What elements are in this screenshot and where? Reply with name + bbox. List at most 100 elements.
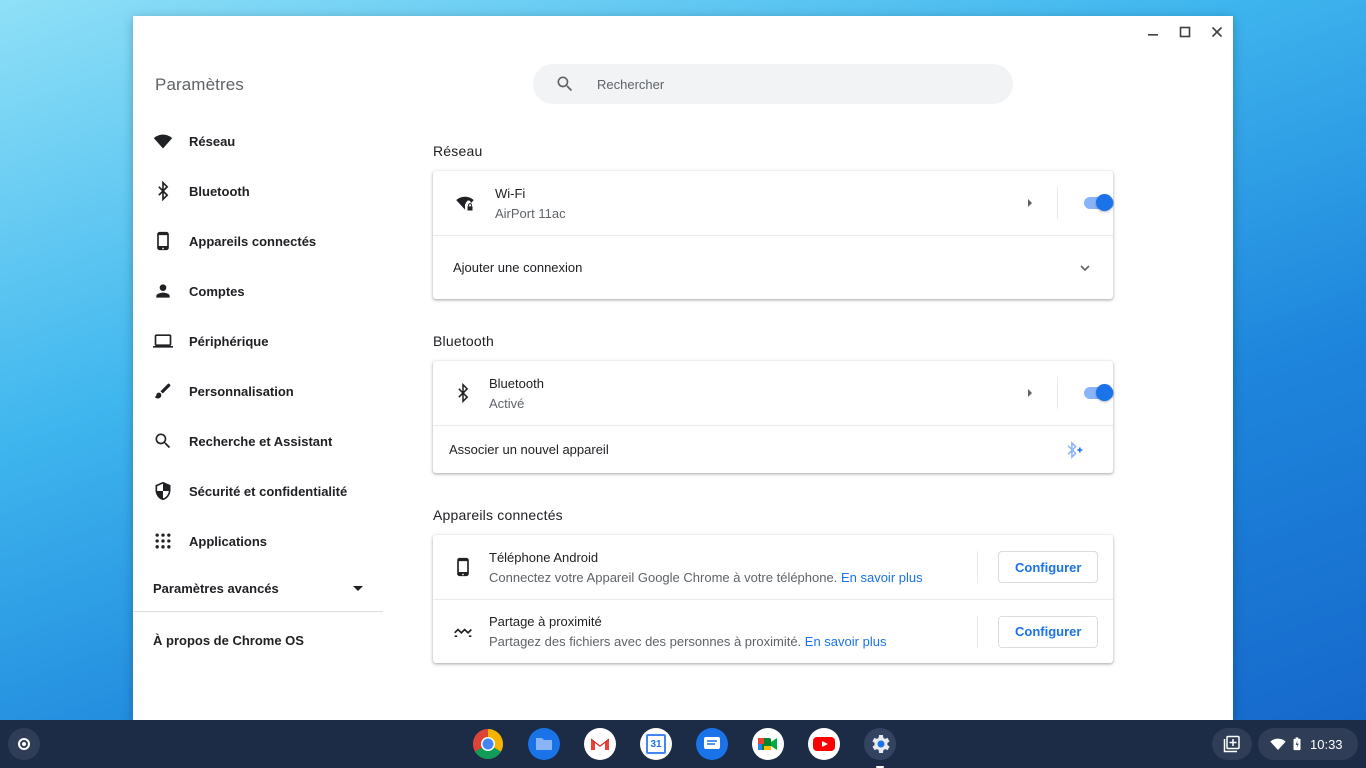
sidebar-item-security[interactable]: Sécurité et confidentialité: [133, 466, 383, 516]
sidebar-item-device[interactable]: Périphérique: [133, 316, 383, 366]
settings-icon: [864, 728, 896, 760]
close-button[interactable]: [1201, 16, 1233, 48]
nearby-share-icon: [453, 622, 473, 642]
battery-icon: [1293, 737, 1301, 751]
maximize-button[interactable]: [1169, 16, 1201, 48]
settings-window: Paramètres Réseau Bluetooth Appareils co…: [133, 16, 1233, 720]
sidebar-item-connected-devices[interactable]: Appareils connectés: [133, 216, 383, 266]
wifi-row[interactable]: Wi-Fi AirPort 11ac: [433, 171, 1114, 235]
chrome-icon: [472, 729, 504, 760]
minimize-icon: [1148, 34, 1158, 36]
configure-android-button[interactable]: Configurer: [998, 551, 1099, 583]
sidebar-item-bluetooth[interactable]: Bluetooth: [133, 166, 383, 216]
connected-devices-card: Téléphone Android Connectez votre Appare…: [433, 535, 1113, 663]
shield-icon: [153, 481, 173, 501]
wifi-icon: [153, 131, 173, 151]
about-label: À propos de Chrome OS: [153, 632, 304, 648]
brush-icon: [153, 381, 173, 401]
wifi-subpage-arrow-icon[interactable]: [1027, 199, 1032, 207]
search-box[interactable]: [533, 64, 1013, 104]
bluetooth-icon: [153, 181, 173, 201]
close-icon: [1211, 26, 1223, 38]
shelf-app-meet[interactable]: [746, 726, 790, 762]
shelf-app-messages[interactable]: [690, 726, 734, 762]
wifi-label: Wi-Fi: [495, 185, 526, 201]
meet-icon: [752, 728, 784, 760]
status-tray[interactable]: 10:33: [1258, 728, 1358, 760]
sidebar-item-label: Applications: [189, 533, 268, 549]
android-phone-desc-text: Connectez votre Appareil Google Chrome à…: [489, 569, 838, 585]
wifi-status-icon: [1270, 738, 1286, 750]
section-title-bluetooth: Bluetooth: [433, 333, 494, 349]
sidebar-item-label: Personnalisation: [189, 383, 294, 399]
shelf-app-calendar[interactable]: 31: [634, 726, 678, 762]
bluetooth-subpage-arrow-icon[interactable]: [1027, 389, 1032, 397]
gmail-icon: [584, 728, 616, 760]
apps-grid-icon: [153, 531, 173, 551]
sidebar-item-accounts[interactable]: Comptes: [133, 266, 383, 316]
shelf-app-files[interactable]: [522, 726, 566, 762]
app-title: Paramètres: [155, 75, 244, 94]
wifi-toggle[interactable]: [1082, 194, 1114, 212]
sidebar-item-label: Réseau: [189, 133, 236, 149]
android-phone-row: Téléphone Android Connectez votre Appare…: [433, 535, 1113, 599]
advanced-settings-toggle[interactable]: Paramètres avancés: [133, 566, 383, 612]
sidebar-item-label: Périphérique: [189, 333, 269, 349]
sidebar: Réseau Bluetooth Appareils connectés Com…: [133, 116, 383, 668]
sidebar-item-label: Sécurité et confidentialité: [189, 483, 348, 499]
sidebar-item-search-assistant[interactable]: Recherche et Assistant: [133, 416, 383, 466]
learn-more-link[interactable]: En savoir plus: [841, 570, 923, 585]
bluetooth-row[interactable]: Bluetooth Activé: [433, 361, 1114, 425]
youtube-icon: [808, 728, 840, 760]
pair-device-row[interactable]: Associer un nouvel appareil: [433, 425, 1113, 473]
wifi-network-name: AirPort 11ac: [495, 205, 566, 221]
bluetooth-label: Bluetooth: [489, 375, 544, 391]
android-phone-label: Téléphone Android: [489, 549, 599, 565]
add-connection-label: Ajouter une connexion: [453, 260, 583, 275]
divider: [1056, 377, 1058, 409]
shelf-app-settings[interactable]: [858, 726, 902, 768]
bluetooth-toggle[interactable]: [1082, 384, 1114, 402]
messages-icon: [696, 728, 728, 760]
sidebar-item-apps[interactable]: Applications: [133, 516, 383, 566]
pair-device-label: Associer un nouvel appareil: [449, 442, 609, 457]
sidebar-item-label: Bluetooth: [189, 183, 250, 199]
shelf-app-gmail[interactable]: [578, 726, 622, 762]
bluetooth-status: Activé: [489, 395, 525, 411]
divider: [977, 615, 978, 648]
calendar-day: 31: [646, 734, 666, 754]
configure-nearby-button[interactable]: Configurer: [998, 615, 1099, 648]
section-title-network: Réseau: [433, 143, 483, 159]
advanced-settings-label: Paramètres avancés: [153, 581, 279, 596]
launcher-icon: [18, 738, 30, 750]
sidebar-item-label: Comptes: [189, 283, 245, 299]
add-connection-row[interactable]: Ajouter une connexion: [433, 235, 1113, 299]
clock: 10:33: [1310, 736, 1343, 752]
sidebar-item-personalization[interactable]: Personnalisation: [133, 366, 383, 416]
phone-icon: [453, 557, 473, 577]
android-phone-desc: Connectez votre Appareil Google Chrome à…: [489, 570, 977, 585]
sidebar-item-label: Recherche et Assistant: [189, 433, 333, 449]
shelf-app-youtube[interactable]: [802, 726, 846, 762]
sidebar-item-network[interactable]: Réseau: [133, 116, 383, 166]
learn-more-link[interactable]: En savoir plus: [805, 634, 887, 649]
minimize-button[interactable]: [1137, 16, 1169, 48]
search-icon: [153, 431, 173, 451]
search-input[interactable]: [597, 76, 977, 92]
main-content: Réseau Wi-Fi AirPort 11ac Ajouter une co…: [433, 136, 1114, 663]
wifi-locked-icon: [455, 193, 475, 213]
about-chrome-os-link[interactable]: À propos de Chrome OS: [133, 612, 383, 668]
bluetooth-icon: [453, 383, 473, 403]
window-controls: [1137, 16, 1233, 48]
shelf: 31 10:33: [0, 720, 1366, 768]
search-icon: [557, 76, 573, 92]
nearby-share-desc: Partagez des fichiers avec des personnes…: [489, 634, 977, 649]
launcher-button[interactable]: [8, 728, 40, 760]
chevron-down-icon: [1077, 260, 1093, 276]
shelf-app-chrome[interactable]: [466, 726, 510, 762]
holding-space-button[interactable]: [1212, 728, 1252, 760]
bluetooth-add-icon[interactable]: [1064, 440, 1084, 460]
laptop-icon: [153, 331, 173, 351]
phone-icon: [153, 231, 173, 251]
caret-down-icon: [353, 586, 363, 591]
